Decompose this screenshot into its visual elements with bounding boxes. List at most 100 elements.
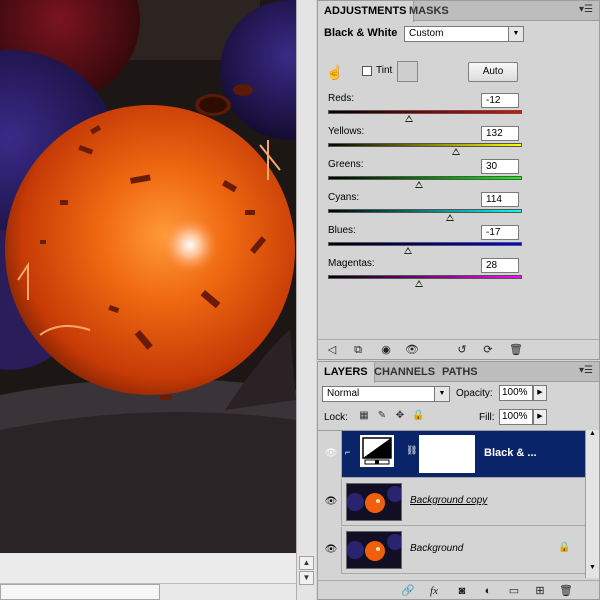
- tint-checkbox[interactable]: [362, 66, 372, 76]
- preset-dropdown[interactable]: Custom ▼: [404, 26, 524, 42]
- tab-adjustments[interactable]: ADJUSTMENTS: [318, 1, 414, 22]
- opacity-field[interactable]: 100%: [499, 385, 533, 401]
- fill-field[interactable]: 100%: [499, 409, 533, 425]
- panel-menu-icon[interactable]: ▾☰: [579, 365, 593, 376]
- document-canvas[interactable]: [0, 0, 296, 553]
- adjustments-footer: ◁ ⧉ ◉ 👁 ↺ ⟳ 🗑: [318, 339, 599, 359]
- new-layer-icon[interactable]: ⊞: [532, 584, 548, 598]
- link-icon[interactable]: 🔗: [400, 584, 416, 598]
- adjustments-panel: ADJUSTMENTS MASKS ▾☰ Black & White Custo…: [317, 0, 600, 360]
- eye-icon[interactable]: 👁: [324, 496, 338, 508]
- tab-masks[interactable]: MASKS: [403, 1, 455, 21]
- slider-track[interactable]: [328, 275, 522, 279]
- chain-icon[interactable]: ⛓: [406, 445, 417, 456]
- chevron-down-icon: ▼: [508, 27, 523, 41]
- trash-icon[interactable]: 🗑: [508, 343, 524, 357]
- chevron-down-icon: ▼: [434, 387, 449, 401]
- slider-label: Yellows:: [328, 126, 365, 137]
- layer-name: Background copy: [410, 495, 488, 506]
- slider-label: Greens:: [328, 159, 364, 170]
- slider-track[interactable]: [328, 143, 522, 147]
- visibility-column: 👁: [318, 431, 342, 478]
- slider-yellows: Yellows: 132: [328, 126, 528, 159]
- scroll-down-icon[interactable]: ▼: [299, 571, 314, 585]
- slider-label: Reds:: [328, 93, 355, 104]
- slider-thumb[interactable]: [446, 214, 455, 221]
- lock-pixels-icon[interactable]: ✎: [376, 410, 388, 422]
- slider-label: Cyans:: [328, 192, 360, 203]
- slider-thumb[interactable]: [452, 148, 461, 155]
- slider-value-field[interactable]: 114: [481, 192, 519, 207]
- layer-thumbnail: [346, 483, 402, 521]
- black-white-adjustment-icon: [360, 435, 394, 467]
- add-mask-icon[interactable]: ◙: [454, 584, 470, 598]
- adjustment-layer-icon[interactable]: ◐: [480, 584, 496, 598]
- layers-panel: LAYERS CHANNELS PATHS ▾☰ Normal ▼ Opacit…: [317, 361, 600, 600]
- layers-tabbar: LAYERS CHANNELS PATHS ▾☰: [318, 362, 599, 383]
- layers-scrollbar[interactable]: ▲ ▼: [585, 430, 599, 578]
- layer-row-background-copy[interactable]: 👁 Background copy: [318, 479, 585, 526]
- reset-icon[interactable]: ↺: [454, 343, 470, 357]
- clip-to-layer-icon[interactable]: ⧉: [350, 343, 366, 357]
- layer-name: Black & ...: [484, 447, 537, 459]
- slider-thumb[interactable]: [405, 115, 414, 122]
- scroll-up-icon[interactable]: ▲: [299, 556, 314, 570]
- lock-icon: 🔒: [558, 542, 571, 553]
- slider-label: Magentas:: [328, 258, 375, 269]
- horizontal-scrollbar[interactable]: [0, 553, 296, 600]
- tab-layers[interactable]: LAYERS: [318, 362, 375, 383]
- scroll-thumb[interactable]: [0, 584, 160, 600]
- slider-label: Blues:: [328, 225, 356, 236]
- adjustment-title: Black & White: [324, 27, 398, 39]
- layer-row-black-white[interactable]: 👁 ⌐ ⛓ Black & ...: [318, 431, 585, 478]
- visibility-column: 👁: [318, 527, 342, 574]
- slider-thumb[interactable]: [415, 280, 424, 287]
- fill-arrow-icon[interactable]: ▶: [533, 409, 547, 425]
- lock-position-icon[interactable]: ✥: [394, 410, 406, 422]
- targeted-adjustment-hand-icon[interactable]: ☝: [326, 63, 344, 81]
- lock-transparency-icon[interactable]: ▦: [358, 410, 370, 422]
- eye-icon[interactable]: 👁: [324, 544, 338, 556]
- slider-greens: Greens: 30: [328, 159, 528, 192]
- layer-list: 👁 ⌐ ⛓ Black & ... 👁 Background copy 👁 Ba…: [318, 430, 585, 578]
- layer-name: Background: [410, 543, 464, 554]
- refresh-icon[interactable]: ⟳: [480, 343, 496, 357]
- tab-paths[interactable]: PATHS: [436, 362, 484, 382]
- slider-magentas: Magentas: 28: [328, 258, 528, 291]
- visibility-column: 👁: [318, 479, 342, 526]
- slider-track[interactable]: [328, 176, 522, 180]
- slider-thumb[interactable]: [415, 181, 424, 188]
- tint-color-swatch[interactable]: [397, 61, 418, 82]
- panel-menu-icon[interactable]: ▾☰: [579, 4, 593, 15]
- auto-button[interactable]: Auto: [468, 62, 518, 82]
- slider-track[interactable]: [328, 209, 522, 213]
- trash-icon[interactable]: 🗑: [558, 584, 574, 598]
- group-icon[interactable]: ▭: [506, 584, 522, 598]
- lock-label: Lock:: [324, 412, 348, 423]
- tab-channels[interactable]: CHANNELS: [368, 362, 441, 382]
- visibility-toggle-icon[interactable]: ◉: [378, 343, 394, 357]
- layer-thumbnail: [346, 531, 402, 569]
- preset-value: Custom: [409, 28, 444, 39]
- slider-thumb[interactable]: [403, 247, 412, 254]
- slider-track[interactable]: [328, 110, 522, 114]
- slider-track[interactable]: [328, 242, 522, 246]
- layer-row-background[interactable]: 👁 Background 🔒: [318, 527, 585, 574]
- opacity-arrow-icon[interactable]: ▶: [533, 385, 547, 401]
- scroll-down-icon[interactable]: ▼: [586, 564, 599, 576]
- fx-icon[interactable]: fx: [426, 584, 442, 598]
- slider-value-field[interactable]: -12: [481, 93, 519, 108]
- slider-value-field[interactable]: 28: [481, 258, 519, 273]
- blend-mode-dropdown[interactable]: Normal ▼: [322, 386, 450, 402]
- view-previous-icon[interactable]: 👁: [404, 343, 420, 357]
- layer-mask-thumbnail[interactable]: [419, 435, 475, 473]
- lock-all-icon[interactable]: 🔒: [412, 410, 424, 422]
- slider-value-field[interactable]: -17: [481, 225, 519, 240]
- back-icon[interactable]: ◁: [324, 343, 340, 357]
- slider-value-field[interactable]: 132: [481, 126, 519, 141]
- slider-value-field[interactable]: 30: [481, 159, 519, 174]
- scroll-up-icon[interactable]: ▲: [586, 430, 599, 442]
- eye-icon[interactable]: 👁: [324, 448, 338, 460]
- vertical-scrollbar[interactable]: ▲ ▼: [296, 0, 316, 600]
- fill-label: Fill:: [479, 412, 495, 423]
